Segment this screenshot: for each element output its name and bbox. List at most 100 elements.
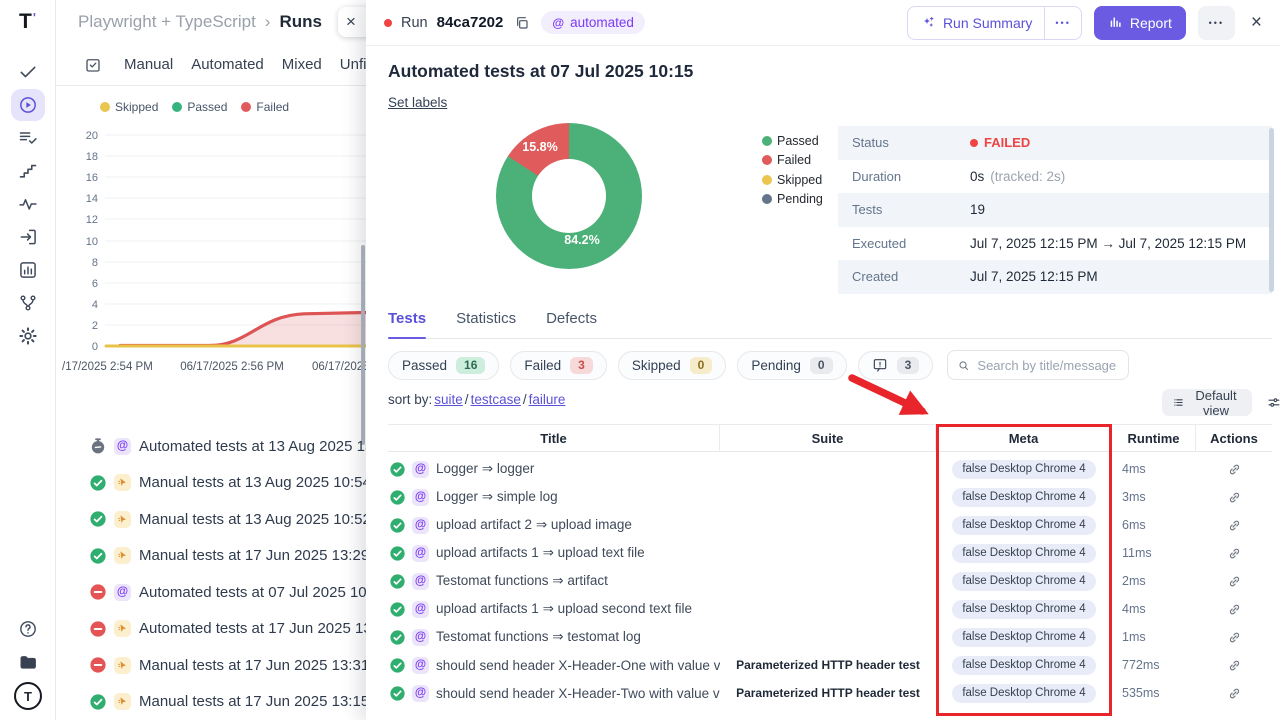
tab-automated[interactable]: Automated (191, 56, 264, 73)
column-header-suite[interactable]: Suite (720, 425, 936, 451)
link-icon (1227, 574, 1242, 589)
report-button[interactable]: Report (1094, 6, 1186, 40)
run-list-item[interactable]: Manual tests at 13 Aug 2025 10:52 from (56, 501, 368, 538)
runs-nav-icon[interactable] (11, 89, 45, 121)
column-header-title[interactable]: Title (388, 425, 720, 451)
plans-nav-icon[interactable] (11, 122, 45, 154)
donut-legend-item[interactable]: Skipped (762, 170, 823, 190)
test-actions-cell[interactable] (1196, 546, 1272, 561)
run-list-item[interactable]: Manual tests at 13 Aug 2025 10:54 2 (56, 465, 368, 502)
test-actions-cell[interactable] (1196, 602, 1272, 617)
column-header-meta[interactable]: Meta (936, 425, 1112, 451)
test-actions-cell[interactable] (1196, 462, 1272, 477)
tab-manual[interactable]: Manual (124, 56, 173, 73)
passed-status-icon (390, 546, 405, 561)
automated-badge[interactable]: @ automated (541, 11, 645, 34)
reports-nav-icon[interactable] (11, 254, 45, 286)
test-row[interactable]: @Testomat functions ⇒ testomat log false… (388, 623, 1272, 651)
meta-pill[interactable]: false Desktop Chrome 4 (952, 628, 1095, 647)
settings-nav-icon[interactable] (11, 320, 45, 352)
page-scrollbar[interactable] (361, 245, 365, 445)
help-icon[interactable] (11, 613, 45, 645)
donut-legend-item[interactable]: Pending (762, 190, 823, 210)
run-list-item[interactable]: @ Automated tests at 13 Aug 2025 15:53 (56, 428, 368, 465)
set-labels-link[interactable]: Set labels (388, 95, 447, 110)
legend-item[interactable]: Skipped (100, 100, 158, 114)
test-actions-cell[interactable] (1196, 518, 1272, 533)
chip-count: 3 (570, 357, 593, 374)
donut-legend-item[interactable]: Failed (762, 151, 823, 171)
select-runs-icon[interactable] (84, 56, 102, 74)
panel-scrollbar[interactable] (1269, 128, 1274, 292)
info-value-muted: (tracked: 2s) (990, 169, 1065, 184)
test-actions-cell[interactable] (1196, 490, 1272, 505)
meta-pill[interactable]: false Desktop Chrome 4 (952, 572, 1095, 591)
panel-more-button[interactable]: ••• (1198, 6, 1235, 40)
column-settings-icon[interactable] (1267, 393, 1280, 412)
filter-chip-skipped[interactable]: Skipped0 (618, 351, 726, 380)
filter-chip-passed[interactable]: Passed16 (388, 351, 499, 380)
filter-chip-comments[interactable]: 3 (858, 351, 934, 380)
import-nav-icon[interactable] (11, 221, 45, 253)
donut-legend-dot (762, 175, 772, 185)
failed-status-icon (90, 657, 106, 673)
sort-link-testcase[interactable]: testcase (471, 392, 521, 407)
test-row[interactable]: @upload artifacts 1 ⇒ upload second text… (388, 595, 1272, 623)
tab-mixed[interactable]: Mixed (282, 56, 322, 73)
run-list-item[interactable]: Automated tests at 17 Jun 2025 13:30 (56, 611, 368, 648)
default-view-button[interactable]: Default view (1162, 389, 1252, 416)
legend-item[interactable]: Failed (241, 100, 289, 114)
search-box (947, 350, 1129, 380)
sort-link-suite[interactable]: suite (434, 392, 463, 407)
meta-pill[interactable]: false Desktop Chrome 4 (952, 460, 1095, 479)
test-row[interactable]: @upload artifacts 1 ⇒ upload text file f… (388, 539, 1272, 567)
meta-pill[interactable]: false Desktop Chrome 4 (952, 544, 1095, 563)
panel-close-button[interactable]: × (1247, 12, 1266, 34)
meta-pill[interactable]: false Desktop Chrome 4 (952, 516, 1095, 535)
filter-chip-pending[interactable]: Pending0 (737, 351, 846, 380)
run-list-item[interactable]: Manual tests at 17 Jun 2025 13:15 from (56, 684, 368, 720)
filter-chip-failed[interactable]: Failed3 (510, 351, 606, 380)
test-actions-cell[interactable] (1196, 658, 1272, 673)
meta-pill[interactable]: false Desktop Chrome 4 (952, 600, 1095, 619)
projects-icon[interactable] (11, 646, 45, 678)
donut-legend-item[interactable]: Passed (762, 131, 823, 151)
branches-nav-icon[interactable] (11, 287, 45, 319)
summary-more-icon[interactable]: ••• (1045, 18, 1080, 28)
tests-nav-icon[interactable] (11, 56, 45, 88)
run-list-item[interactable]: Manual tests at 17 Jun 2025 13:29 from (56, 538, 368, 575)
breadcrumb-project[interactable]: Playwright + TypeScript (78, 12, 256, 32)
test-row[interactable]: @upload artifact 2 ⇒ upload image false … (388, 511, 1272, 539)
meta-pill[interactable]: false Desktop Chrome 4 (952, 488, 1095, 507)
icon-sidebar: T' T (0, 0, 56, 720)
meta-pill[interactable]: false Desktop Chrome 4 (952, 684, 1095, 703)
automated-type-icon: @ (114, 438, 131, 455)
column-header-actions[interactable]: Actions (1196, 431, 1272, 446)
run-list-item[interactable]: Manual tests at 17 Jun 2025 13:31 from (56, 647, 368, 684)
tab-defects[interactable]: Defects (546, 306, 597, 338)
test-actions-cell[interactable] (1196, 686, 1272, 701)
run-list-item[interactable]: @ Automated tests at 07 Jul 2025 10:15 (56, 574, 368, 611)
tab-tests[interactable]: Tests (388, 306, 426, 338)
test-row[interactable]: @Logger ⇒ logger false Desktop Chrome 4 … (388, 455, 1272, 483)
sort-link-failure[interactable]: failure (529, 392, 566, 407)
copy-run-id-button[interactable] (512, 13, 532, 33)
search-input[interactable] (977, 358, 1119, 373)
tab-statistics[interactable]: Statistics (456, 306, 516, 338)
test-actions-cell[interactable] (1196, 574, 1272, 589)
link-icon (1227, 658, 1242, 673)
user-avatar[interactable]: T (14, 682, 42, 710)
test-row[interactable]: @Testomat functions ⇒ artifact false Des… (388, 567, 1272, 595)
test-actions-cell[interactable] (1196, 630, 1272, 645)
legend-item[interactable]: Passed (172, 100, 227, 114)
test-row[interactable]: @should send header X-Header-Two with va… (388, 679, 1272, 707)
milestones-nav-icon[interactable] (11, 155, 45, 187)
pulse-nav-icon[interactable] (11, 188, 45, 220)
run-summary-button[interactable]: Run Summary ••• (907, 6, 1082, 40)
column-header-runtime[interactable]: Runtime (1112, 425, 1196, 451)
app-logo[interactable]: T' (19, 10, 36, 44)
test-row[interactable]: @Logger ⇒ simple log false Desktop Chrom… (388, 483, 1272, 511)
test-row[interactable]: @should send header X-Header-One with va… (388, 651, 1272, 679)
meta-pill[interactable]: false Desktop Chrome 4 (952, 656, 1095, 675)
test-title: Testomat functions ⇒ testomat log (436, 629, 641, 645)
